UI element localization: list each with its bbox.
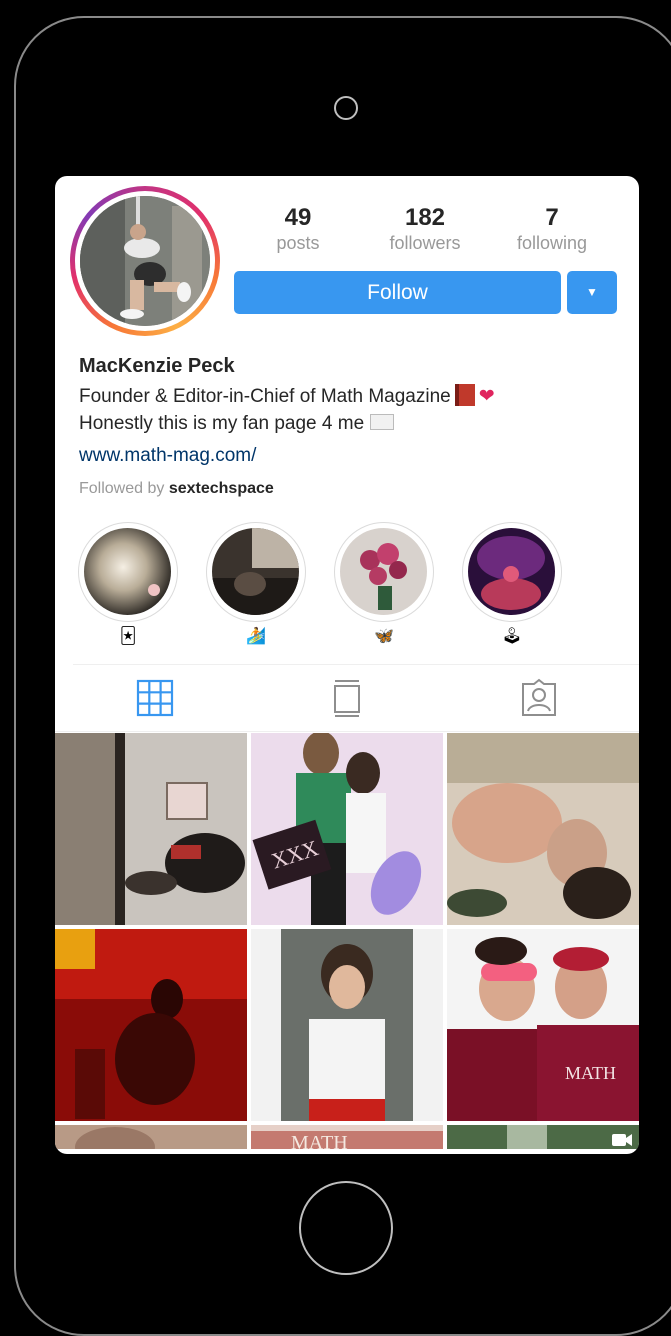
follow-button[interactable]: Follow bbox=[234, 271, 561, 314]
avatar-photo-art bbox=[80, 196, 210, 326]
highlight-emoji: 🏄 bbox=[246, 628, 266, 645]
profile-screen: 49 posts 182 followers 7 following Follo… bbox=[55, 176, 639, 1154]
story-highlight[interactable]: 🕹 bbox=[462, 522, 562, 652]
website-link[interactable]: www.math-mag.com/ bbox=[79, 445, 256, 467]
posts-count: 49 bbox=[284, 204, 312, 231]
tab-tagged-view[interactable] bbox=[519, 678, 559, 718]
post-thumbnail[interactable] bbox=[55, 929, 247, 1121]
post-thumbnail[interactable]: XXX bbox=[251, 733, 443, 925]
front-camera bbox=[334, 96, 358, 120]
followers-stat[interactable]: 182 followers bbox=[370, 204, 480, 254]
story-highlight[interactable]: 🃏 bbox=[78, 522, 178, 652]
tab-grid-view[interactable] bbox=[135, 678, 175, 718]
story-ring[interactable] bbox=[70, 186, 220, 336]
highlight-cover bbox=[468, 528, 555, 615]
bio-line-2: Honestly this is my fan page 4 me bbox=[79, 413, 395, 435]
suggested-accounts-button[interactable]: ▼ bbox=[567, 271, 617, 314]
post-thumbnail[interactable] bbox=[55, 1125, 247, 1149]
divider bbox=[55, 731, 639, 732]
profile-name: MacKenzie Peck bbox=[79, 355, 235, 377]
following-count: 7 bbox=[545, 204, 559, 231]
video-icon bbox=[612, 1134, 632, 1146]
following-label: following bbox=[516, 233, 588, 253]
divider bbox=[73, 664, 639, 665]
avatar bbox=[80, 196, 210, 326]
highlight-emoji: 🃏 bbox=[119, 628, 137, 645]
white-flag-icon bbox=[370, 414, 395, 430]
following-stat[interactable]: 7 following bbox=[497, 204, 607, 254]
post-thumbnail[interactable]: MATH bbox=[251, 1125, 443, 1149]
post-thumbnail[interactable] bbox=[251, 929, 443, 1121]
posts-stat[interactable]: 49 posts bbox=[243, 204, 353, 254]
post-thumbnail[interactable] bbox=[447, 1125, 639, 1149]
book-icon bbox=[454, 384, 475, 406]
svg-text:MATH: MATH bbox=[565, 1063, 616, 1083]
home-button[interactable] bbox=[299, 1181, 393, 1275]
grid-icon bbox=[136, 679, 174, 717]
highlight-cover bbox=[340, 528, 427, 615]
story-highlight[interactable]: 🦋 bbox=[334, 522, 434, 652]
posts-label: posts bbox=[276, 233, 320, 253]
highlight-cover bbox=[212, 528, 299, 615]
followed-by[interactable]: Followed by sextechspace bbox=[79, 480, 274, 498]
post-thumbnail[interactable] bbox=[447, 733, 639, 925]
followers-label: followers bbox=[389, 233, 461, 253]
post-thumbnail[interactable] bbox=[55, 733, 247, 925]
svg-text:MATH: MATH bbox=[291, 1132, 348, 1149]
tab-feed-view[interactable] bbox=[327, 678, 367, 718]
tagged-person-icon bbox=[522, 678, 556, 716]
feed-icon bbox=[334, 680, 360, 717]
highlight-emoji: 🕹 bbox=[501, 628, 523, 645]
highlight-cover bbox=[84, 528, 171, 615]
followed-by-user: sextechspace bbox=[168, 480, 274, 497]
heart-icon: ❤ bbox=[478, 386, 495, 407]
story-highlight[interactable]: 🏄 bbox=[206, 522, 306, 652]
chevron-down-icon: ▼ bbox=[586, 285, 598, 299]
followers-count: 182 bbox=[404, 204, 446, 231]
bio-line-1: Founder & Editor-in-Chief of Math Magazi… bbox=[79, 384, 495, 407]
post-thumbnail[interactable]: MATH bbox=[447, 929, 639, 1121]
highlight-emoji: 🦋 bbox=[374, 628, 394, 645]
